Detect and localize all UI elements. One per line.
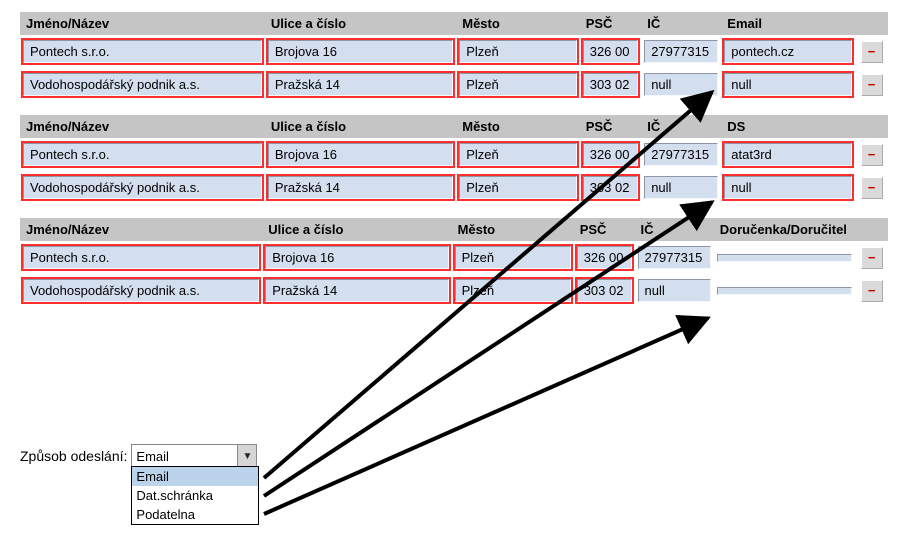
table-ds: Jméno/Název Ulice a číslo Město PSČ IČ D… (20, 115, 888, 204)
table-row: Vodohospodářský podnik a.s. Pražská 14 P… (20, 68, 888, 101)
cell-ic[interactable]: 27977315 (644, 40, 718, 63)
cell-email[interactable]: pontech.cz (724, 40, 852, 63)
cell-name[interactable]: Vodohospodářský podnik a.s. (23, 73, 262, 96)
col-name: Jméno/Název (20, 12, 265, 35)
cell-street[interactable]: Pražská 14 (265, 279, 448, 302)
cell-psc[interactable]: 303 02 (583, 176, 638, 199)
remove-button[interactable]: − (861, 41, 883, 63)
cell-ic[interactable]: null (644, 176, 718, 199)
cell-psc[interactable]: 326 00 (583, 40, 638, 63)
cell-street[interactable]: Pražská 14 (268, 176, 453, 199)
cell-ds[interactable]: atat3rd (724, 143, 852, 166)
cell-psc[interactable]: 303 02 (577, 279, 632, 302)
cell-city[interactable]: Plzeň (459, 176, 576, 199)
table-row: Vodohospodářský podnik a.s. Pražská 14 P… (20, 171, 888, 204)
remove-button[interactable]: − (861, 144, 883, 166)
col-name: Jméno/Název (20, 218, 262, 241)
cell-ic[interactable]: null (644, 73, 718, 96)
send-method-options: Email Dat.schránka Podatelna (131, 466, 259, 525)
send-option[interactable]: Podatelna (132, 505, 258, 524)
col-psc: PSČ (574, 218, 635, 241)
col-last: Email (721, 12, 855, 35)
send-method-row: Způsob odeslání: Email ▼ Email Dat.schrá… (20, 444, 257, 468)
send-option[interactable]: Dat.schránka (132, 486, 258, 505)
cell-street[interactable]: Brojova 16 (268, 143, 453, 166)
cell-city[interactable]: Plzeň (459, 73, 576, 96)
remove-button[interactable]: − (861, 177, 883, 199)
cell-ic[interactable]: 27977315 (638, 246, 711, 269)
table-row: Pontech s.r.o. Brojova 16 Plzeň 326 00 2… (20, 35, 888, 68)
table-email: Jméno/Název Ulice a číslo Město PSČ IČ E… (20, 12, 888, 101)
table-row: Vodohospodářský podnik a.s. Pražská 14 P… (20, 274, 888, 307)
cell-street[interactable]: Brojova 16 (268, 40, 453, 63)
group-ds: Jméno/Název Ulice a číslo Město PSČ IČ D… (20, 115, 888, 204)
send-option[interactable]: Email (132, 467, 258, 486)
cell-doruc[interactable] (717, 254, 853, 262)
cell-city[interactable]: Plzeň (455, 246, 571, 269)
col-ic: IČ (641, 115, 721, 138)
cell-doruc[interactable] (717, 287, 853, 295)
cell-name[interactable]: Pontech s.r.o. (23, 246, 259, 269)
table-row: Pontech s.r.o. Brojova 16 Plzeň 326 00 2… (20, 241, 888, 274)
remove-button[interactable]: − (861, 247, 883, 269)
cell-psc[interactable]: 303 02 (583, 73, 638, 96)
col-ic: IČ (635, 218, 714, 241)
col-street: Ulice a číslo (262, 218, 451, 241)
table-dorucenka: Jméno/Název Ulice a číslo Město PSČ IČ D… (20, 218, 888, 307)
cell-city[interactable]: Plzeň (459, 40, 576, 63)
header-row: Jméno/Název Ulice a číslo Město PSČ IČ D… (20, 115, 888, 138)
cell-name[interactable]: Vodohospodářský podnik a.s. (23, 279, 259, 302)
cell-ds[interactable]: null (724, 176, 852, 199)
cell-name[interactable]: Pontech s.r.o. (23, 143, 262, 166)
col-city: Město (452, 218, 574, 241)
col-psc: PSČ (580, 12, 641, 35)
send-method-label: Způsob odeslání: (20, 444, 127, 464)
cell-street[interactable]: Pražská 14 (268, 73, 453, 96)
cell-psc[interactable]: 326 00 (577, 246, 632, 269)
header-row: Jméno/Název Ulice a číslo Město PSČ IČ E… (20, 12, 888, 35)
col-last: Doručenka/Doručitel (714, 218, 856, 241)
cell-name[interactable]: Vodohospodářský podnik a.s. (23, 176, 262, 199)
cell-ic[interactable]: 27977315 (644, 143, 718, 166)
col-name: Jméno/Název (20, 115, 265, 138)
cell-ic[interactable]: null (638, 279, 711, 302)
col-city: Město (456, 12, 579, 35)
col-street: Ulice a číslo (265, 12, 456, 35)
group-email: Jméno/Název Ulice a číslo Město PSČ IČ E… (20, 12, 888, 101)
col-city: Město (456, 115, 579, 138)
group-dorucenka: Jméno/Název Ulice a číslo Město PSČ IČ D… (20, 218, 888, 307)
cell-email[interactable]: null (724, 73, 852, 96)
cell-city[interactable]: Plzeň (459, 143, 576, 166)
cell-psc[interactable]: 326 00 (583, 143, 638, 166)
send-method-value: Email (132, 449, 237, 464)
col-ic: IČ (641, 12, 721, 35)
col-street: Ulice a číslo (265, 115, 456, 138)
send-method-combo[interactable]: Email ▼ Email Dat.schránka Podatelna (131, 444, 257, 468)
header-row: Jméno/Název Ulice a číslo Město PSČ IČ D… (20, 218, 888, 241)
cell-name[interactable]: Pontech s.r.o. (23, 40, 262, 63)
cell-city[interactable]: Plzeň (455, 279, 571, 302)
col-psc: PSČ (580, 115, 641, 138)
col-last: DS (721, 115, 855, 138)
table-row: Pontech s.r.o. Brojova 16 Plzeň 326 00 2… (20, 138, 888, 171)
remove-button[interactable]: − (861, 74, 883, 96)
remove-button[interactable]: − (861, 280, 883, 302)
chevron-down-icon[interactable]: ▼ (237, 445, 256, 467)
cell-street[interactable]: Brojova 16 (265, 246, 448, 269)
